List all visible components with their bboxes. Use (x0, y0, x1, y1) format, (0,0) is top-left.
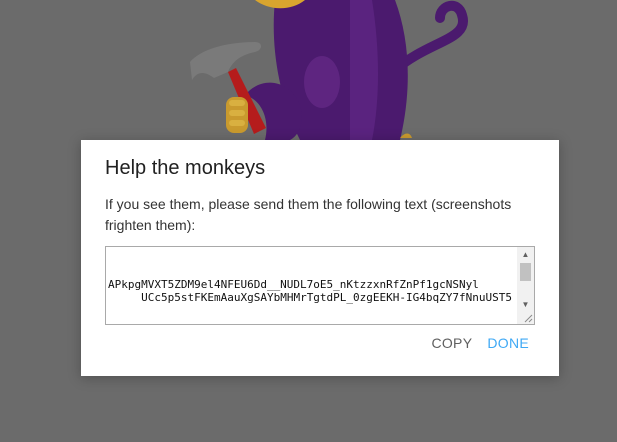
done-button[interactable]: DONE (487, 335, 529, 351)
error-text-content[interactable]: APkpgMVXT5ZDM9el4NFEU6Dd__NUDL7oE5_nKtzz… (106, 247, 517, 324)
help-dialog: Help the monkeys If you see them, please… (81, 140, 559, 376)
scroll-thumb[interactable] (520, 263, 531, 281)
scroll-down-icon[interactable]: ▼ (517, 298, 534, 312)
dialog-title: Help the monkeys (105, 157, 266, 179)
resize-grip-icon[interactable] (524, 314, 533, 323)
scroll-up-icon[interactable]: ▲ (517, 248, 534, 262)
copy-button[interactable]: COPY (431, 335, 472, 351)
dialog-message: If you see them, please send them the fo… (105, 196, 512, 233)
textarea-scrollbar[interactable]: ▲ ▼ (517, 247, 534, 324)
dialog-actions: COPY DONE (431, 335, 529, 351)
error-text-area[interactable]: APkpgMVXT5ZDM9el4NFEU6Dd__NUDL7oE5_nKtzz… (105, 246, 535, 325)
